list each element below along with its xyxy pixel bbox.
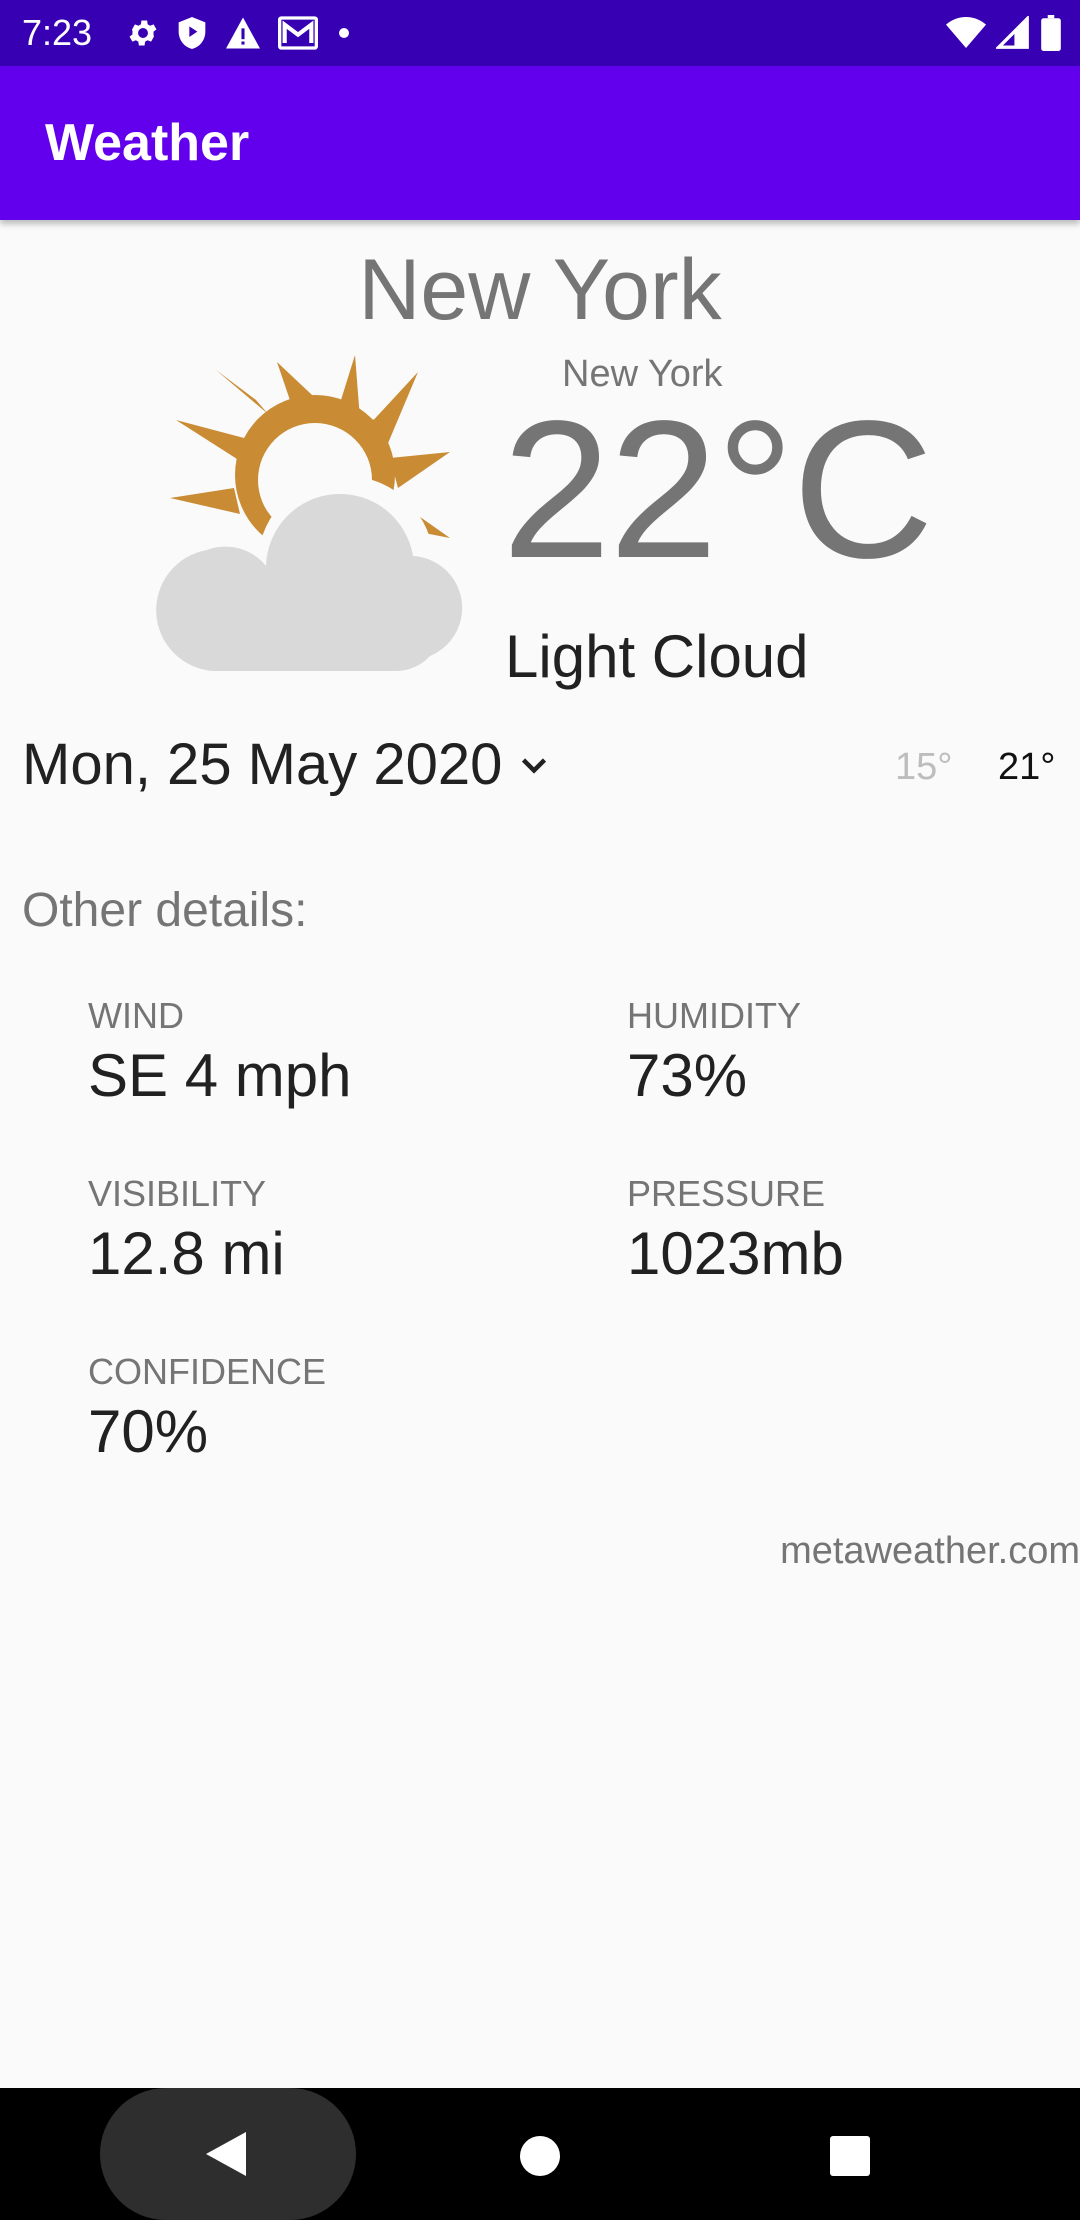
navigation-bar: [0, 2088, 1080, 2220]
app-bar: Weather: [0, 66, 1080, 220]
home-icon[interactable]: [518, 2134, 562, 2178]
other-details-heading: Other details:: [22, 884, 308, 937]
weather-screen: 7:23 Weather New York New York 22°C Ligh…: [0, 0, 1080, 2220]
wind-value: SE 4 mph: [88, 1042, 352, 1109]
humidity-detail: HUMIDITY 73%: [627, 994, 801, 1112]
dot-icon: [334, 23, 354, 43]
date-label: Mon, 25 May 2020: [22, 732, 503, 797]
back-icon: [206, 2132, 246, 2176]
wind-detail: WIND SE 4 mph: [88, 994, 351, 1112]
visibility-detail: VISIBILITY 12.8 mi: [88, 1172, 285, 1290]
confidence-label: CONFIDENCE: [88, 1351, 327, 1392]
status-icons-right: [946, 14, 1062, 52]
confidence-value: 70%: [88, 1398, 209, 1465]
signal-icon: [996, 16, 1030, 50]
mail-icon: [278, 16, 318, 50]
battery-icon: [1040, 15, 1062, 51]
visibility-label: VISIBILITY: [88, 1173, 267, 1214]
cloud-icon: [141, 475, 492, 682]
shield-icon: [176, 15, 208, 51]
weather-condition: Light Cloud: [505, 623, 809, 690]
app-title: Weather: [45, 114, 250, 172]
current-temperature: 22°C: [502, 380, 934, 599]
status-bar: 7:23: [0, 0, 1080, 66]
confidence-detail: CONFIDENCE 70%: [88, 1350, 326, 1468]
pressure-label: PRESSURE: [627, 1173, 826, 1214]
status-icons-left: [126, 14, 354, 52]
humidity-label: HUMIDITY: [627, 995, 801, 1036]
wind-label: WIND: [88, 995, 184, 1036]
temp-low: 15°: [895, 746, 953, 788]
source-link[interactable]: metaweather.com: [780, 1528, 1080, 1574]
recents-icon[interactable]: [828, 2134, 872, 2178]
wifi-icon: [946, 16, 986, 50]
status-time: 7:23: [22, 12, 93, 53]
humidity-value: 73%: [627, 1042, 748, 1109]
light-cloud-icon: [141, 340, 510, 700]
back-button[interactable]: [100, 2088, 356, 2220]
chevron-down-icon: [516, 730, 552, 800]
warning-icon: [224, 16, 262, 50]
pressure-detail: PRESSURE 1023mb: [627, 1172, 844, 1290]
temp-high: 21°: [998, 746, 1056, 788]
visibility-value: 12.8 mi: [88, 1220, 285, 1287]
pressure-value: 1023mb: [627, 1220, 844, 1287]
date-selector[interactable]: Mon, 25 May 2020: [22, 730, 552, 800]
city-title: New York: [358, 242, 722, 338]
gear-icon: [126, 16, 160, 50]
